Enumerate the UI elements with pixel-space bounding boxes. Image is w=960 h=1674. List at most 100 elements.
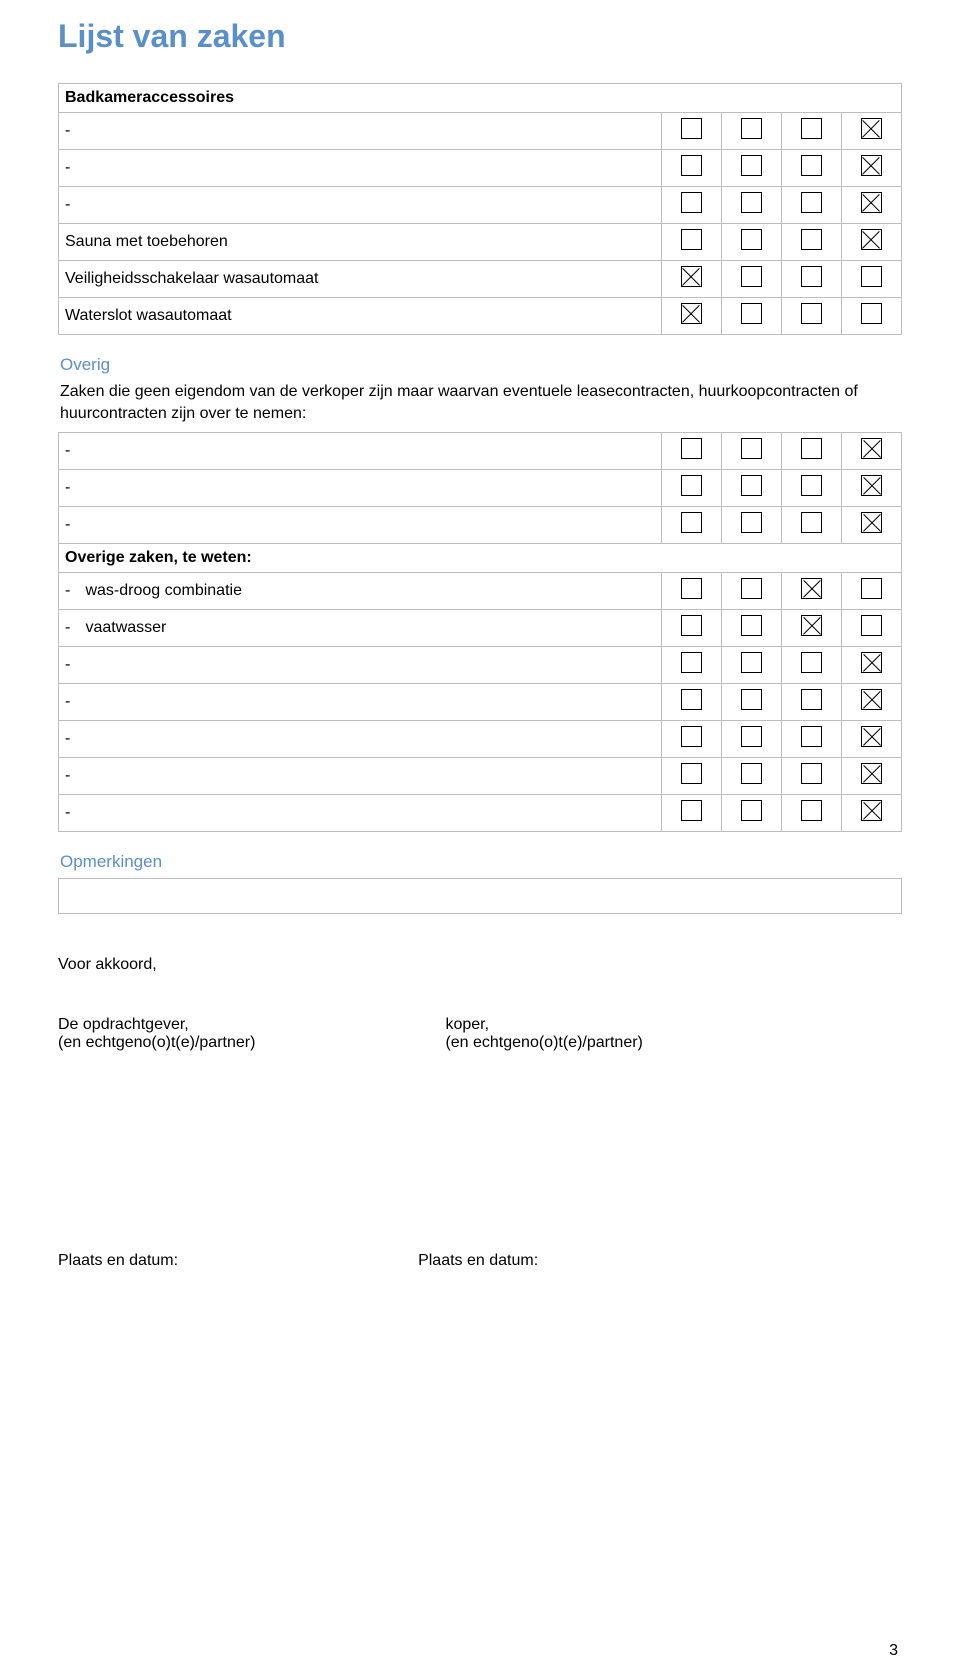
checkbox-unchecked-icon[interactable] [681, 652, 702, 673]
checkbox-unchecked-icon[interactable] [681, 763, 702, 784]
checkbox-unchecked-icon[interactable] [681, 118, 702, 139]
checkbox-checked-icon[interactable] [681, 303, 702, 324]
checkbox-checked-icon[interactable] [801, 615, 822, 636]
checkbox-unchecked-icon[interactable] [741, 512, 762, 533]
checkbox-unchecked-icon[interactable] [681, 726, 702, 747]
checkbox-cell [662, 647, 722, 684]
checkbox-unchecked-icon[interactable] [801, 800, 822, 821]
checkbox-cell [661, 298, 721, 335]
section-header-opmerkingen: Opmerkingen [60, 852, 902, 872]
checkbox-unchecked-icon[interactable] [801, 438, 822, 459]
checkbox-cell [842, 433, 902, 470]
checkbox-unchecked-icon[interactable] [741, 438, 762, 459]
checkbox-unchecked-icon[interactable] [681, 438, 702, 459]
checkbox-unchecked-icon[interactable] [861, 578, 882, 599]
checkbox-checked-icon[interactable] [861, 155, 882, 176]
sig-right-line1: koper, [445, 1016, 642, 1034]
checkbox-unchecked-icon[interactable] [801, 155, 822, 176]
checkbox-checked-icon[interactable] [861, 512, 882, 533]
checkbox-unchecked-icon[interactable] [801, 266, 822, 287]
checkbox-unchecked-icon[interactable] [861, 266, 882, 287]
checkbox-unchecked-icon[interactable] [681, 615, 702, 636]
row-label: - vaatwasser [59, 610, 662, 647]
checkbox-unchecked-icon[interactable] [801, 475, 822, 496]
checkbox-cell [781, 113, 841, 150]
checkbox-unchecked-icon[interactable] [741, 726, 762, 747]
checkbox-unchecked-icon[interactable] [741, 229, 762, 250]
checkbox-cell [782, 758, 842, 795]
checkbox-unchecked-icon[interactable] [681, 578, 702, 599]
row-label: - [59, 113, 662, 150]
checkbox-unchecked-icon[interactable] [801, 763, 822, 784]
checkbox-unchecked-icon[interactable] [741, 800, 762, 821]
checkbox-unchecked-icon[interactable] [741, 303, 762, 324]
checkbox-cell [782, 507, 842, 544]
checkbox-checked-icon[interactable] [861, 475, 882, 496]
checkbox-unchecked-icon[interactable] [681, 192, 702, 213]
checkbox-unchecked-icon[interactable] [681, 155, 702, 176]
checkbox-cell [661, 113, 721, 150]
checkbox-unchecked-icon[interactable] [801, 726, 822, 747]
checkbox-unchecked-icon[interactable] [801, 512, 822, 533]
checkbox-unchecked-icon[interactable] [741, 155, 762, 176]
checkbox-checked-icon[interactable] [861, 438, 882, 459]
row-label: - [59, 150, 662, 187]
checkbox-checked-icon[interactable] [801, 578, 822, 599]
checkbox-cell [782, 610, 842, 647]
checkbox-checked-icon[interactable] [861, 652, 882, 673]
checkbox-unchecked-icon[interactable] [741, 615, 762, 636]
checkbox-cell [781, 187, 841, 224]
checkbox-unchecked-icon[interactable] [741, 266, 762, 287]
page-title: Lijst van zaken [58, 18, 902, 55]
checkbox-checked-icon[interactable] [861, 229, 882, 250]
checkbox-unchecked-icon[interactable] [741, 763, 762, 784]
table-row: - vaatwasser [59, 610, 902, 647]
checkbox-cell [841, 298, 901, 335]
checkbox-unchecked-icon[interactable] [801, 229, 822, 250]
checkbox-unchecked-icon[interactable] [801, 689, 822, 710]
checkbox-unchecked-icon[interactable] [741, 118, 762, 139]
checkbox-checked-icon[interactable] [861, 118, 882, 139]
checkbox-cell [782, 433, 842, 470]
checkbox-unchecked-icon[interactable] [681, 512, 702, 533]
section-badkamer: Badkameraccessoires ---Sauna met toebeho… [58, 83, 902, 335]
checkbox-checked-icon[interactable] [861, 689, 882, 710]
checkbox-unchecked-icon[interactable] [741, 578, 762, 599]
checkbox-checked-icon[interactable] [861, 726, 882, 747]
checkbox-unchecked-icon[interactable] [801, 118, 822, 139]
overige-zaken-header: Overige zaken, te weten: [59, 544, 902, 573]
checkbox-unchecked-icon[interactable] [801, 652, 822, 673]
checkbox-cell [662, 433, 722, 470]
checkbox-cell [841, 261, 901, 298]
checkbox-unchecked-icon[interactable] [681, 229, 702, 250]
checkbox-unchecked-icon[interactable] [681, 475, 702, 496]
voor-akkoord: Voor akkoord, [58, 956, 902, 974]
checkbox-cell [721, 150, 781, 187]
checkbox-unchecked-icon[interactable] [801, 303, 822, 324]
checkbox-unchecked-icon[interactable] [681, 689, 702, 710]
table-row: - [59, 647, 902, 684]
checkbox-cell [722, 721, 782, 758]
checkbox-cell [842, 795, 902, 832]
checkbox-cell [842, 610, 902, 647]
checkbox-unchecked-icon[interactable] [861, 615, 882, 636]
row-label: Sauna met toebehoren [59, 224, 662, 261]
checkbox-checked-icon[interactable] [861, 192, 882, 213]
checkbox-unchecked-icon[interactable] [741, 652, 762, 673]
table-row: Waterslot wasautomaat [59, 298, 902, 335]
checkbox-checked-icon[interactable] [681, 266, 702, 287]
checkbox-unchecked-icon[interactable] [681, 800, 702, 821]
checkbox-checked-icon[interactable] [861, 763, 882, 784]
checkbox-unchecked-icon[interactable] [741, 192, 762, 213]
checkbox-unchecked-icon[interactable] [801, 192, 822, 213]
table-row: - [59, 187, 902, 224]
checkbox-cell [722, 758, 782, 795]
table-row: - [59, 795, 902, 832]
checkbox-unchecked-icon[interactable] [861, 303, 882, 324]
checkbox-checked-icon[interactable] [861, 800, 882, 821]
comments-box[interactable] [58, 878, 902, 914]
checkbox-unchecked-icon[interactable] [741, 475, 762, 496]
checkbox-cell [661, 187, 721, 224]
checkbox-cell [662, 573, 722, 610]
checkbox-unchecked-icon[interactable] [741, 689, 762, 710]
